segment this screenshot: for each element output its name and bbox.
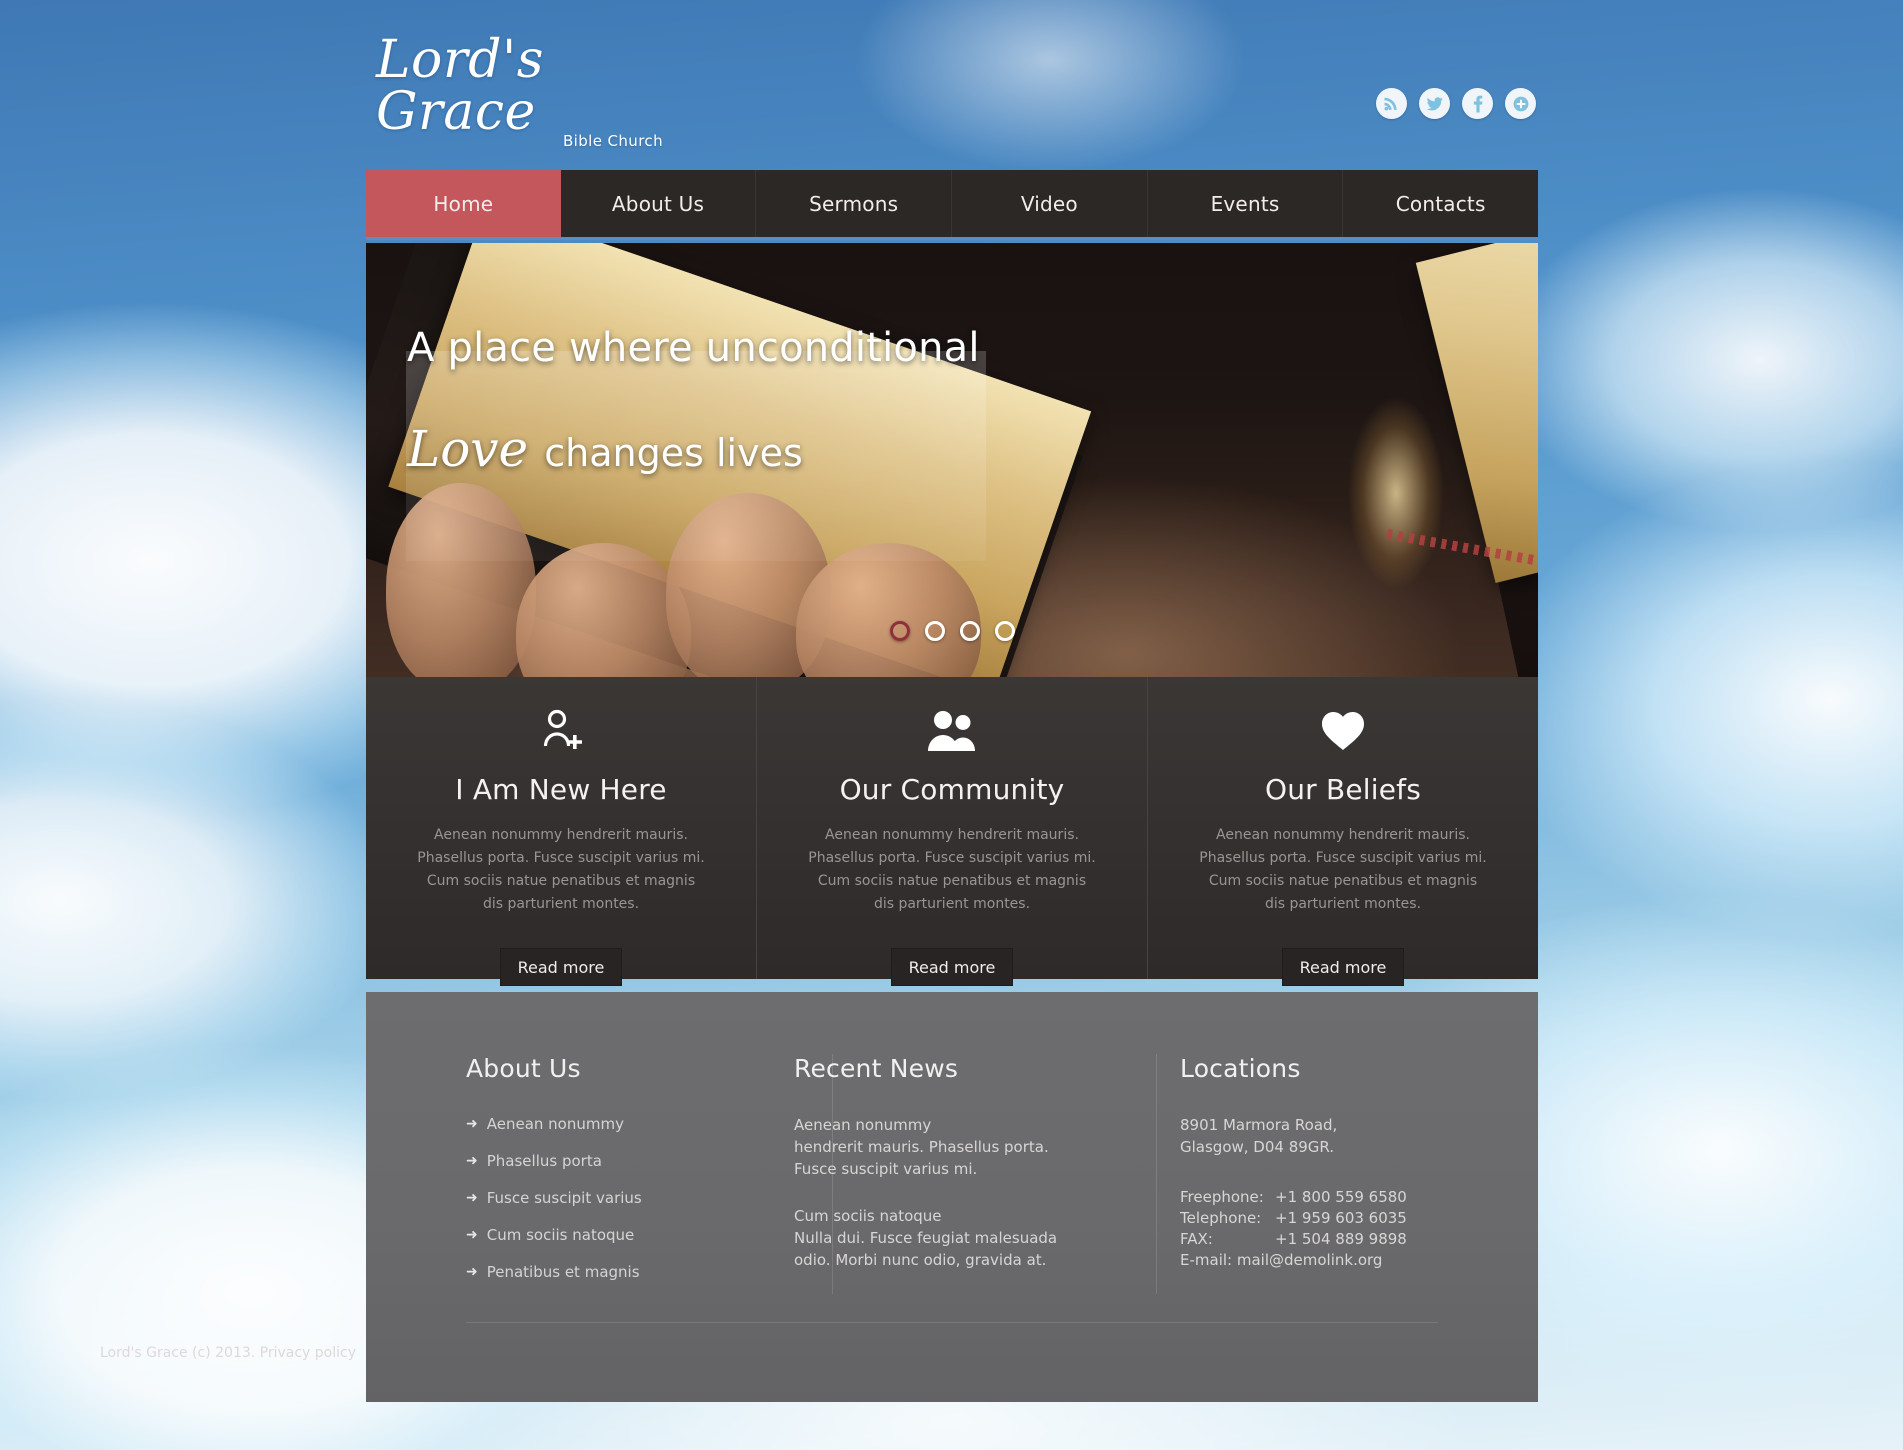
address-line-2: Glasgow, D04 89GR.	[1180, 1137, 1335, 1156]
news-body: hendrerit mauris. Phasellus porta. Fusce…	[794, 1137, 1049, 1178]
contact-label: FAX:	[1180, 1230, 1213, 1249]
hero-headline-line1: A place where unconditional	[407, 325, 980, 371]
slider-dot-1[interactable]	[889, 621, 910, 641]
feature-description: Aenean nonummy hendrerit mauris. Phasell…	[1199, 827, 1487, 913]
slider-dot-3[interactable]	[959, 621, 980, 641]
news-item[interactable]: Cum sociis natoque Nulla dui. Fusce feug…	[794, 1206, 1088, 1271]
read-more-button[interactable]: Read more	[891, 948, 1013, 987]
feature-description: Aenean nonummy hendrerit mauris. Phasell…	[808, 827, 1096, 913]
arrow-right-icon: ➜	[466, 1264, 478, 1280]
copyright-notice: Lord's Grace (c) 2013. Privacy policy	[100, 1345, 356, 1361]
contact-value: +1 504 889 9898	[1275, 1230, 1407, 1249]
twitter-icon[interactable]	[1419, 88, 1450, 119]
feature-title: Our Community	[839, 773, 1065, 806]
news-item[interactable]: Aenean nonummy hendrerit mauris. Phasell…	[794, 1115, 1088, 1180]
nav-label: Home	[433, 191, 494, 216]
list-item[interactable]: ➜ Phasellus porta	[466, 1152, 698, 1170]
feature-title: I Am New Here	[455, 773, 667, 806]
footer-separator	[466, 1322, 1438, 1323]
list-item-label: Aenean nonummy	[486, 1115, 624, 1133]
hero-script-word: Love	[407, 420, 529, 478]
contact-row-fax: FAX: +1 504 889 9898	[1180, 1229, 1504, 1250]
contact-row-telephone: Telephone: +1 959 603 6035	[1180, 1208, 1504, 1229]
nav-item-sermons[interactable]: Sermons	[756, 170, 953, 237]
main-navigation: Home About Us Sermons Video Events Conta…	[366, 170, 1538, 240]
footer-news-column: Recent News Aenean nonummy hendrerit mau…	[732, 1054, 1122, 1300]
footer-about-list: ➜ Aenean nonummy ➜ Phasellus porta ➜ Fusce …	[466, 1115, 698, 1281]
footer-columns: About Us ➜ Aenean nonummy ➜ Phasellus port…	[366, 992, 1538, 1300]
contact-row-freephone: Freephone: +1 800 559 6580	[1180, 1187, 1504, 1208]
contact-label: Telephone:	[1180, 1208, 1262, 1227]
nav-label: Contacts	[1395, 191, 1486, 216]
site-header: Lord's Grace Bible Church	[366, 0, 1538, 166]
arrow-right-icon: ➜	[466, 1190, 478, 1206]
nav-item-contacts[interactable]: Contacts	[1343, 170, 1538, 237]
read-more-button[interactable]: Read more	[500, 948, 622, 987]
nav-item-video[interactable]: Video	[952, 170, 1148, 237]
email-link[interactable]: mail@demolink.org	[1237, 1250, 1383, 1271]
feature-description: Aenean nonummy hendrerit mauris. Phasell…	[417, 827, 705, 913]
arrow-right-icon: ➜	[466, 1116, 478, 1132]
list-item-label: Fusce suscipit varius	[486, 1189, 642, 1207]
person-add-icon	[366, 703, 756, 759]
arrow-right-icon: ➜	[466, 1153, 478, 1169]
nav-item-events[interactable]: Events	[1148, 170, 1344, 237]
list-item[interactable]: ➜ Fusce suscipit varius	[466, 1189, 698, 1207]
list-item-label: Phasellus porta	[486, 1152, 602, 1170]
contact-details: Freephone: +1 800 559 6580 Telephone: +1…	[1180, 1187, 1504, 1272]
heart-icon	[1148, 703, 1538, 759]
features-section: I Am New Here Aenean nonummy hendrerit m…	[366, 677, 1538, 987]
address-line-1: 8901 Marmora Road,	[1180, 1116, 1338, 1134]
list-item[interactable]: ➜ Penatibus et magnis	[466, 1263, 698, 1281]
site-footer: About Us ➜ Aenean nonummy ➜ Phasellus port…	[366, 992, 1538, 1402]
nav-item-home[interactable]: Home	[366, 170, 561, 237]
news-heading: Cum sociis natoque	[794, 1207, 942, 1226]
page-root: Lord's Grace Bible Church Home About Us …	[0, 0, 1903, 1450]
hero-headline-rest: changes lives	[532, 431, 803, 475]
news-heading: Aenean nonummy	[794, 1116, 932, 1134]
footer-news-title: Recent News	[794, 1054, 959, 1083]
slider-dot-2[interactable]	[924, 621, 945, 641]
facebook-icon[interactable]	[1462, 88, 1493, 119]
list-item[interactable]: ➜ Cum sociis natoque	[466, 1226, 698, 1244]
email-label: E-mail:	[1180, 1251, 1233, 1270]
people-group-icon	[757, 703, 1147, 759]
feature-title: Our Beliefs	[1264, 773, 1422, 806]
site-logo[interactable]: Lord's Grace Bible Church	[376, 34, 706, 150]
footer-about-column: About Us ➜ Aenean nonummy ➜ Phasellus port…	[366, 1054, 732, 1300]
nav-label: Video	[1020, 191, 1078, 216]
arrow-right-icon: ➜	[466, 1227, 478, 1243]
share-plus-icon[interactable]	[1505, 88, 1536, 119]
list-item-label: Penatibus et magnis	[486, 1263, 640, 1281]
nav-label: Sermons	[809, 191, 899, 216]
footer-about-title: About Us	[466, 1054, 581, 1083]
list-item-label: Cum sociis natoque	[486, 1226, 635, 1244]
slider-dot-4[interactable]	[994, 621, 1015, 641]
social-links	[1376, 88, 1536, 119]
slider-pagination	[366, 621, 1538, 641]
rss-icon[interactable]	[1376, 88, 1407, 119]
feature-card-beliefs: Our Beliefs Aenean nonummy hendrerit mau…	[1148, 677, 1538, 987]
bible-pages-right	[1415, 243, 1538, 584]
hero-slider: A place where unconditional Love changes…	[366, 243, 1538, 677]
news-body: Nulla dui. Fusce feugiat malesuada odio.…	[794, 1229, 1058, 1269]
hero-headline-line2: Love changes lives	[407, 424, 803, 475]
feature-card-community: Our Community Aenean nonummy hendrerit m…	[757, 677, 1148, 987]
feature-card-new-here: I Am New Here Aenean nonummy hendrerit m…	[366, 677, 757, 987]
contact-value: +1 959 603 6035	[1275, 1208, 1407, 1227]
copyright-text[interactable]: Lord's Grace (c) 2013. Privacy policy	[100, 1345, 356, 1361]
logo-title: Lord's Grace	[376, 30, 544, 142]
contact-label: Freephone:	[1180, 1187, 1264, 1206]
footer-locations-column: Locations 8901 Marmora Road, Glasgow, D0…	[1122, 1054, 1538, 1300]
nav-label: About Us	[611, 191, 705, 216]
nav-label: Events	[1210, 191, 1280, 216]
address: 8901 Marmora Road, Glasgow, D04 89GR.	[1180, 1115, 1504, 1159]
read-more-button[interactable]: Read more	[1282, 948, 1404, 987]
contact-value: +1 800 559 6580	[1275, 1187, 1407, 1206]
list-item[interactable]: ➜ Aenean nonummy	[466, 1115, 698, 1133]
contact-row-email: E-mail: mail@demolink.org	[1180, 1250, 1504, 1271]
footer-locations-title: Locations	[1180, 1054, 1301, 1083]
nav-item-about-us[interactable]: About Us	[561, 170, 757, 237]
